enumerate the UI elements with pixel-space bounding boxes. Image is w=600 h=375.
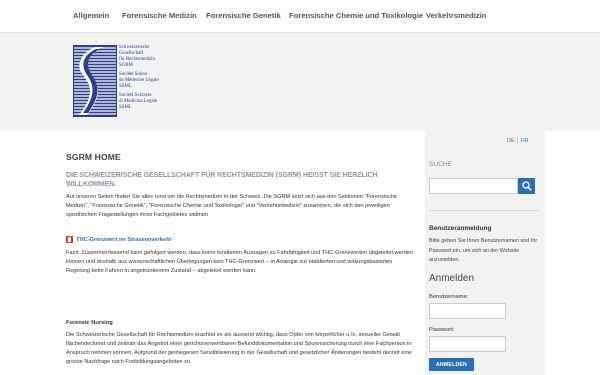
language-de-link[interactable]: DE <box>507 138 515 144</box>
header-band: Schweizerische Gesellschaft für Rechtsme… <box>0 33 600 131</box>
nav-item-forensische-medizin[interactable]: Forensische Medizin <box>122 11 197 20</box>
language-separator <box>517 137 518 145</box>
username-label: Benutzername: <box>429 294 469 300</box>
forensic-nursing-heading: Forensic Nursing <box>66 320 113 326</box>
pdf-icon: ▉ <box>66 236 73 243</box>
sidebar-divider <box>429 210 539 211</box>
forensic-nursing-paragraph: Die Schweizerische Gesellschaft für Rech… <box>66 332 412 366</box>
language-fr-link[interactable]: FR <box>521 138 528 144</box>
password-field[interactable] <box>429 336 506 352</box>
thc-pdf-link-label: THC-Grenzwert im Strassenverkehr <box>76 236 172 243</box>
login-title: Anmelden <box>429 273 475 284</box>
intro-paragraph: Auf unseren Seiten finden Sie alles rund… <box>66 194 397 219</box>
logo-text-it: Società Svizzera di Medicina Legale SSML <box>119 93 158 110</box>
login-instructions: Bitte geben Sie Ihren Benutzernamen und … <box>429 238 538 263</box>
login-heading: Benutzeranmeldung <box>429 225 492 232</box>
username-field[interactable] <box>429 303 506 319</box>
fazit-paragraph: Fazit: Zusammenfassend kann gefolgert we… <box>66 250 413 275</box>
search-button[interactable] <box>518 178 535 194</box>
sgrm-logo[interactable]: Schweizerische Gesellschaft für Rechtsme… <box>73 43 193 123</box>
search-icon <box>521 181 532 191</box>
sgrm-emblem-icon <box>73 45 117 117</box>
thc-pdf-link[interactable]: ▉ THC-Grenzwert im Strassenverkehr <box>66 236 172 243</box>
logo-text-fr: Société Suisse de Médecine Légale SSML <box>119 72 159 89</box>
login-button[interactable]: ANMELDEN <box>429 358 474 371</box>
nav-item-forensische-chemie[interactable]: Forensische Chemie und Toxikologie <box>289 11 423 20</box>
nav-item-allgemein[interactable]: Allgemein <box>73 11 109 20</box>
search-input[interactable] <box>429 178 518 194</box>
nav-item-forensische-genetik[interactable]: Forensische Genetik <box>206 11 281 20</box>
welcome-subheading: DIE SCHWEIZERISCHE GESELLSCHAFT FÜR RECH… <box>66 172 378 188</box>
nav-item-verkehrsmedizin[interactable]: Verkehrsmedizin <box>426 11 486 20</box>
password-label: Passwort: <box>429 327 455 333</box>
search-label: SUCHE <box>429 161 453 168</box>
page-title: SGRM HOME <box>66 152 121 162</box>
top-navigation: Allgemein Forensische Medizin Forensisch… <box>0 0 600 33</box>
logo-text-de: Schweizerische Gesellschaft für Rechtsme… <box>119 45 155 68</box>
sidebar: DE FR SUCHE Benutzeranmeldung Bitte gebe… <box>425 131 545 375</box>
